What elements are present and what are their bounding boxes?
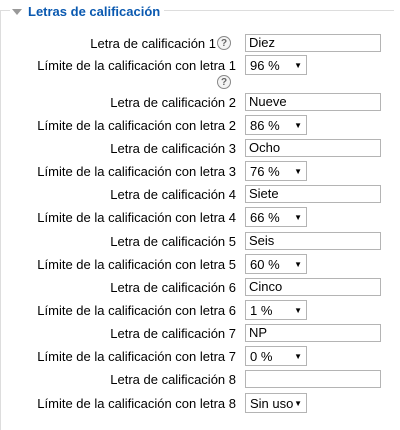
letter-label-1: Letra de calificación 1 (90, 36, 216, 51)
limit-select-6[interactable]: 1 % ▼ (245, 300, 307, 320)
letter-row-7: Letra de calificación 7 NP (0, 323, 400, 345)
limit-select-value-4: 66 % (250, 209, 280, 225)
limit-label-4: Límite de la calificación con letra 4 (37, 210, 236, 225)
letter-row-1: Letra de calificación 1 ? Diez (0, 33, 400, 55)
letter-row-3: Letra de calificación 3 Ocho (0, 138, 400, 160)
section-title: Letras de calificación (28, 3, 161, 19)
letter-row-6: Letra de calificación 6 Cinco (0, 277, 400, 299)
letter-input-6[interactable]: Cinco (245, 278, 381, 296)
limit-select-value-6: 1 % (250, 302, 273, 318)
letter-row-2: Letra de calificación 2 Nueve (0, 92, 400, 114)
limit-select-value-1: 96 % (250, 57, 280, 73)
letter-input-8[interactable] (245, 370, 381, 388)
limit-label-2: Límite de la calificación con letra 2 (37, 118, 236, 133)
chevron-down-icon: ▼ (294, 305, 302, 315)
letter-label-3: Letra de calificación 3 (110, 141, 236, 156)
letter-input-7[interactable]: NP (245, 324, 381, 342)
limit-row-5: Límite de la calificación con letra 5 60… (0, 254, 400, 276)
letter-input-1[interactable]: Diez (245, 34, 381, 52)
letter-input-4[interactable]: Siete (245, 185, 381, 203)
help-icon[interactable]: ? (217, 75, 231, 89)
letter-label-6: Letra de calificación 6 (110, 280, 236, 295)
limit-select-2[interactable]: 86 % ▼ (245, 115, 307, 135)
limit-label-6: Límite de la calificación con letra 6 (37, 303, 236, 318)
collapse-triangle-icon[interactable] (12, 8, 22, 15)
limit-select-4[interactable]: 66 % ▼ (245, 207, 307, 227)
limit-select-value-5: 60 % (250, 256, 280, 272)
letter-input-3[interactable]: Ocho (245, 139, 381, 157)
limit-select-value-7: 0 % (250, 348, 273, 364)
limit-label-3: Límite de la calificación con letra 3 (37, 164, 236, 179)
limit-select-value-8: Sin uso (250, 395, 294, 411)
limit-select-1[interactable]: 96 % ▼ (245, 55, 307, 75)
chevron-down-icon: ▼ (294, 259, 302, 269)
letter-row-4: Letra de calificación 4 Siete (0, 184, 400, 206)
limit-row-2: Límite de la calificación con letra 2 86… (0, 115, 400, 137)
limit-row-6: Límite de la calificación con letra 6 1 … (0, 300, 400, 322)
letter-label-4: Letra de calificación 4 (110, 187, 236, 202)
letter-label-8: Letra de calificación 8 (110, 372, 236, 387)
limit-select-8[interactable]: Sin uso ▼ (245, 393, 307, 413)
chevron-down-icon: ▼ (294, 166, 302, 176)
letter-label-5: Letra de calificación 5 (110, 234, 236, 249)
limit-row-4: Límite de la calificación con letra 4 66… (0, 207, 400, 229)
limit-row-7: Límite de la calificación con letra 7 0 … (0, 346, 400, 368)
chevron-down-icon: ▼ (294, 398, 302, 408)
letter-label-2: Letra de calificación 2 (110, 95, 236, 110)
letter-row-8: Letra de calificación 8 (0, 369, 400, 391)
limit-select-3[interactable]: 76 % ▼ (245, 161, 307, 181)
section-header[interactable]: Letras de calificación (10, 2, 165, 20)
limit-select-value-3: 76 % (250, 163, 280, 179)
limit-row-1: Límite de la calificación con letra 1 ? … (0, 55, 400, 89)
letter-row-5: Letra de calificación 5 Seis (0, 231, 400, 253)
limit-label-1: Límite de la calificación con letra 1 (37, 58, 236, 73)
letter-input-5[interactable]: Seis (245, 232, 381, 250)
chevron-down-icon: ▼ (294, 212, 302, 222)
limit-select-7[interactable]: 0 % ▼ (245, 346, 307, 366)
letter-label-7: Letra de calificación 7 (110, 326, 236, 341)
chevron-down-icon: ▼ (294, 351, 302, 361)
help-icon[interactable]: ? (217, 36, 231, 50)
limit-row-8: Límite de la calificación con letra 8 Si… (0, 393, 400, 415)
limit-label-5: Límite de la calificación con letra 5 (37, 257, 236, 272)
limit-row-3: Límite de la calificación con letra 3 76… (0, 161, 400, 183)
letter-input-2[interactable]: Nueve (245, 93, 381, 111)
chevron-down-icon: ▼ (294, 120, 302, 130)
chevron-down-icon: ▼ (294, 60, 302, 70)
limit-label-7: Límite de la calificación con letra 7 (37, 349, 236, 364)
limit-label-8: Límite de la calificación con letra 8 (37, 396, 236, 411)
limit-select-5[interactable]: 60 % ▼ (245, 254, 307, 274)
limit-select-value-2: 86 % (250, 117, 280, 133)
